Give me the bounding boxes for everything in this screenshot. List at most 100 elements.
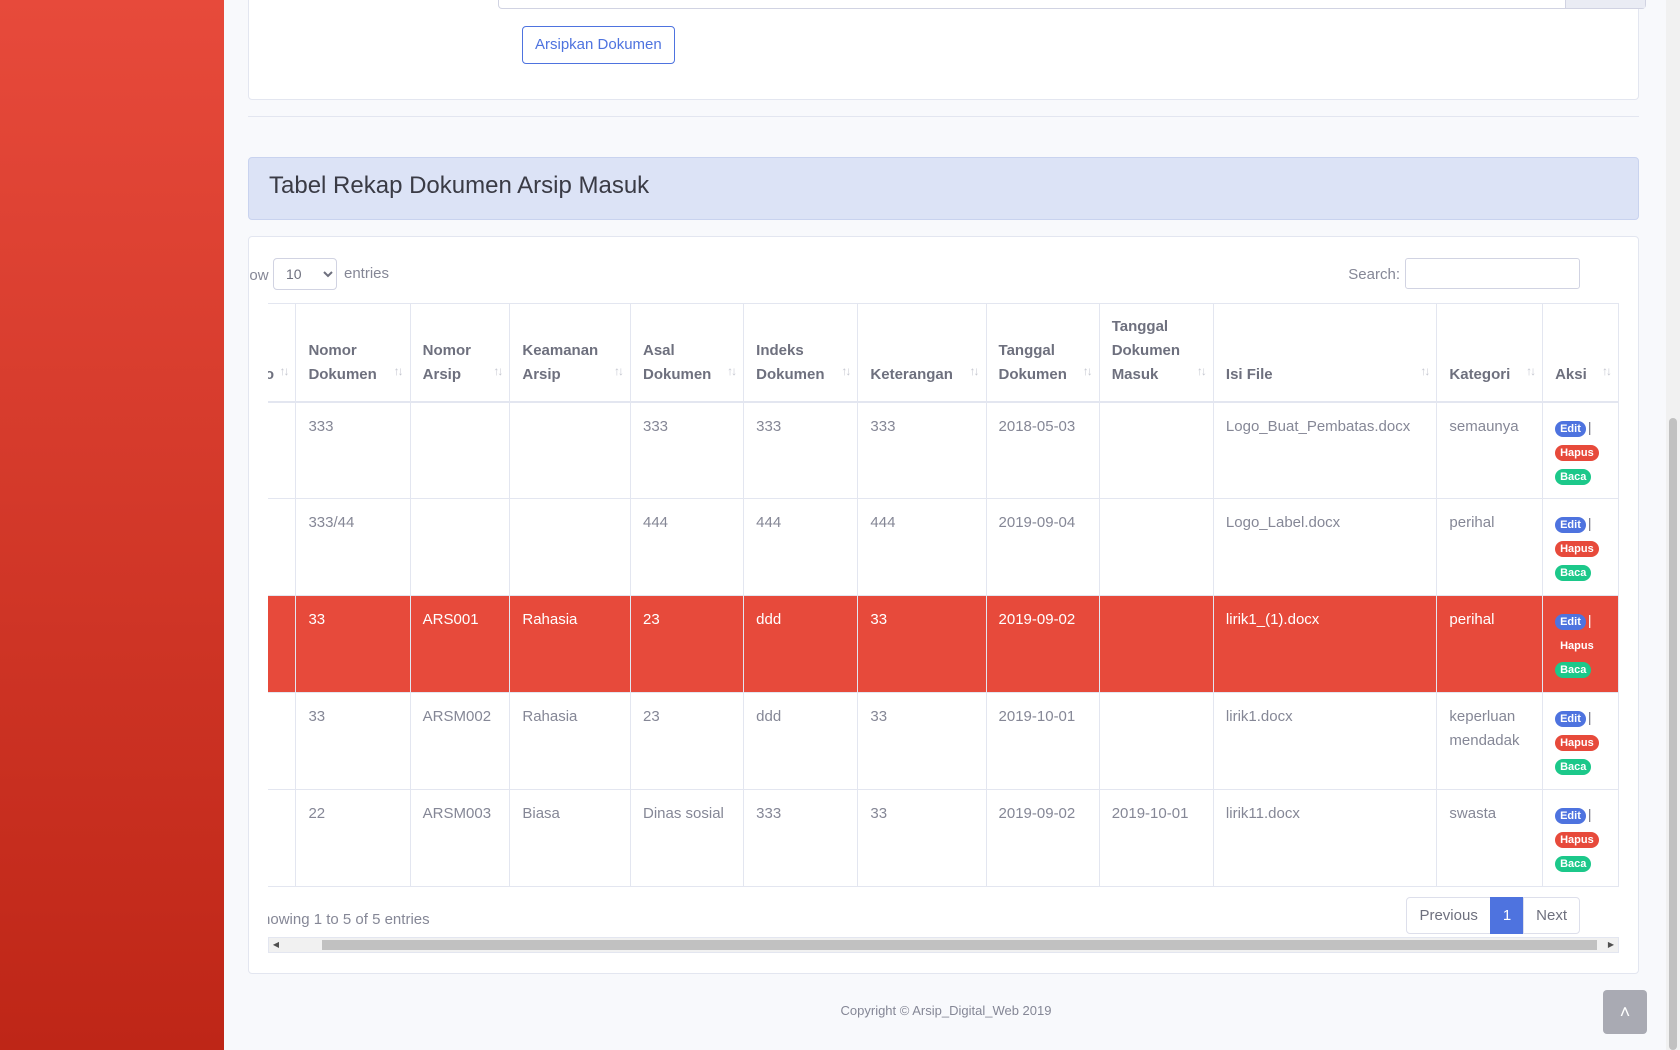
page-scrollbar[interactable] [1666, 0, 1680, 1050]
action-cell: Edit | Hapus Baca [1542, 498, 1619, 596]
column-header[interactable]: Keterangan ↑↓ [857, 303, 987, 403]
column-header[interactable]: Asal Dokumen ↑↓ [629, 303, 745, 403]
sort-icon[interactable]: ↑↓ [841, 359, 851, 383]
next-page-button[interactable]: Next [1523, 897, 1580, 934]
entries-select[interactable]: 10 [273, 258, 337, 290]
table-cell: Rahasia [509, 595, 631, 693]
column-header[interactable]: Tanggal Dokumen Masuk ↑↓ [1098, 303, 1214, 403]
entries-prefix: Show [249, 267, 269, 284]
previous-page-button[interactable]: Previous [1406, 897, 1491, 934]
table-cell: 2019-09-04 [985, 498, 1100, 596]
edit-button[interactable]: Edit [1555, 517, 1586, 533]
table-header-row: No↑↓Nomor Dokumen↑↓Nomor Arsip↑↓Keamanan… [268, 303, 1619, 403]
table-row[interactable]: 2333/444444444442019-09-04Logo_Label.doc… [268, 498, 1619, 596]
table-cell: 33 [295, 692, 411, 790]
edit-button[interactable]: Edit [1555, 808, 1586, 824]
delete-button[interactable]: Hapus [1555, 832, 1599, 848]
column-header[interactable]: Tanggal Dokumen ↑↓ [985, 303, 1100, 403]
column-header-label: Indeks Dokumen [756, 341, 825, 383]
horizontal-scroll-thumb[interactable] [322, 940, 1597, 950]
read-button[interactable]: Baca [1555, 856, 1592, 872]
table-cell: ddd [743, 692, 859, 790]
entries-suffix: entries [344, 265, 390, 282]
action-separator: | [1587, 612, 1592, 628]
read-button[interactable]: Baca [1555, 468, 1592, 485]
sort-icon[interactable]: ↑↓ [1420, 359, 1430, 383]
column-header[interactable]: Indeks Dokumen ↑↓ [743, 303, 859, 403]
table-cell [409, 401, 511, 499]
column-header-label: Aksi [1555, 365, 1587, 383]
table-cell: lirik1_(1).docx [1212, 595, 1438, 693]
table-cell: 22 [295, 789, 411, 887]
sort-icon[interactable]: ↑↓ [1526, 359, 1536, 383]
edit-button[interactable]: Edit [1555, 614, 1586, 630]
table-row[interactable]: 13333333333332018-05-03Logo_Buat_Pembata… [268, 401, 1619, 499]
action-separator: | [1587, 418, 1592, 435]
scroll-right-icon[interactable]: ▶ [1604, 938, 1618, 952]
table-cell: 33 [295, 595, 411, 693]
sidebar [0, 0, 224, 1050]
scroll-left-icon[interactable]: ◀ [269, 938, 283, 952]
column-header-label: Keamanan Arsip [522, 341, 599, 383]
column-header-label: Tanggal Dokumen [998, 341, 1067, 383]
table-cell [509, 498, 631, 596]
sort-icon[interactable]: ↑↓ [614, 359, 624, 383]
search-input[interactable] [1405, 258, 1580, 289]
delete-button[interactable]: Hapus [1555, 638, 1599, 654]
column-header[interactable]: Keamanan Arsip ↑↓ [509, 303, 631, 403]
delete-button[interactable]: Hapus [1555, 735, 1599, 751]
table-row[interactable]: 433ARSM002Rahasia23ddd332019-10-01lirik1… [268, 692, 1619, 790]
action-cell: Edit | Hapus Baca [1542, 789, 1619, 887]
table-cell: Dinas sosial [629, 789, 745, 887]
sort-icon[interactable]: ↑↓ [727, 359, 737, 383]
table-cell [1098, 595, 1214, 693]
column-header[interactable]: No ↑↓ [268, 303, 297, 403]
table-card-body: Show 10 entries Search: No↑↓Nomor Dokume… [248, 236, 1639, 974]
table-cell: 333 [743, 789, 859, 887]
table-row[interactable]: 522ARSM003BiasaDinas sosial333332019-09-… [268, 789, 1619, 887]
column-header[interactable]: Isi File ↑↓ [1212, 303, 1438, 403]
action-cell: Edit | Hapus Baca [1542, 595, 1619, 693]
search-label: Search: [1348, 266, 1400, 283]
table-cell: ARS001 [409, 595, 511, 693]
table-row[interactable]: 333ARS001Rahasia23ddd332019-09-02lirik1_… [268, 595, 1619, 693]
browse-button[interactable] [1565, 0, 1645, 8]
read-button[interactable]: Baca [1555, 565, 1592, 581]
edit-button[interactable]: Edit [1555, 711, 1586, 727]
column-header[interactable]: Aksi ↑↓ [1542, 303, 1619, 403]
table-cell: semaunya [1436, 401, 1544, 499]
delete-button[interactable]: Hapus [1555, 541, 1599, 557]
table-cell [1098, 498, 1214, 596]
column-header[interactable]: Nomor Arsip ↑↓ [409, 303, 511, 403]
action-separator: | [1587, 709, 1592, 725]
scroll-to-top-button[interactable]: ˄ [1603, 990, 1647, 1034]
page-scroll-thumb[interactable] [1669, 418, 1677, 1050]
archive-table: No↑↓Nomor Dokumen↑↓Nomor Arsip↑↓Keamanan… [268, 303, 1619, 887]
page-1-button[interactable]: 1 [1489, 897, 1525, 934]
main-content: Arsipkan Dokumen Tabel Rekap Dokumen Ars… [224, 0, 1680, 1050]
sort-icon[interactable]: ↑↓ [1197, 359, 1207, 383]
column-header-label: Nomor Dokumen [308, 341, 377, 383]
column-header-label: No [268, 366, 274, 383]
column-header-label: Isi File [1225, 365, 1273, 383]
table-scroll-area: No↑↓Nomor Dokumen↑↓Nomor Arsip↑↓Keamanan… [268, 303, 1619, 887]
edit-button[interactable]: Edit [1555, 420, 1586, 437]
sort-icon[interactable]: ↑↓ [1602, 359, 1612, 383]
sort-icon[interactable]: ↑↓ [394, 359, 404, 383]
read-button[interactable]: Baca [1555, 759, 1592, 775]
sort-icon[interactable]: ↑↓ [970, 359, 980, 383]
read-button[interactable]: Baca [1555, 662, 1592, 678]
table-cell: perihal [1436, 595, 1544, 693]
column-header[interactable]: Nomor Dokumen ↑↓ [295, 303, 411, 403]
sort-icon[interactable]: ↑↓ [1083, 359, 1093, 383]
sort-icon[interactable]: ↑↓ [493, 359, 503, 383]
column-header[interactable]: Kategori ↑↓ [1436, 303, 1544, 403]
table-cell: 444 [743, 498, 859, 596]
delete-button[interactable]: Hapus [1555, 444, 1599, 461]
table-info: Showing 1 to 5 of 5 entries [268, 911, 430, 928]
horizontal-scrollbar[interactable]: ◀ ▶ [268, 937, 1619, 953]
file-input[interactable] [498, 0, 1646, 9]
table-cell: ARSM002 [409, 692, 511, 790]
archive-document-button[interactable]: Arsipkan Dokumen [522, 26, 675, 64]
sort-icon[interactable]: ↑↓ [279, 359, 289, 383]
